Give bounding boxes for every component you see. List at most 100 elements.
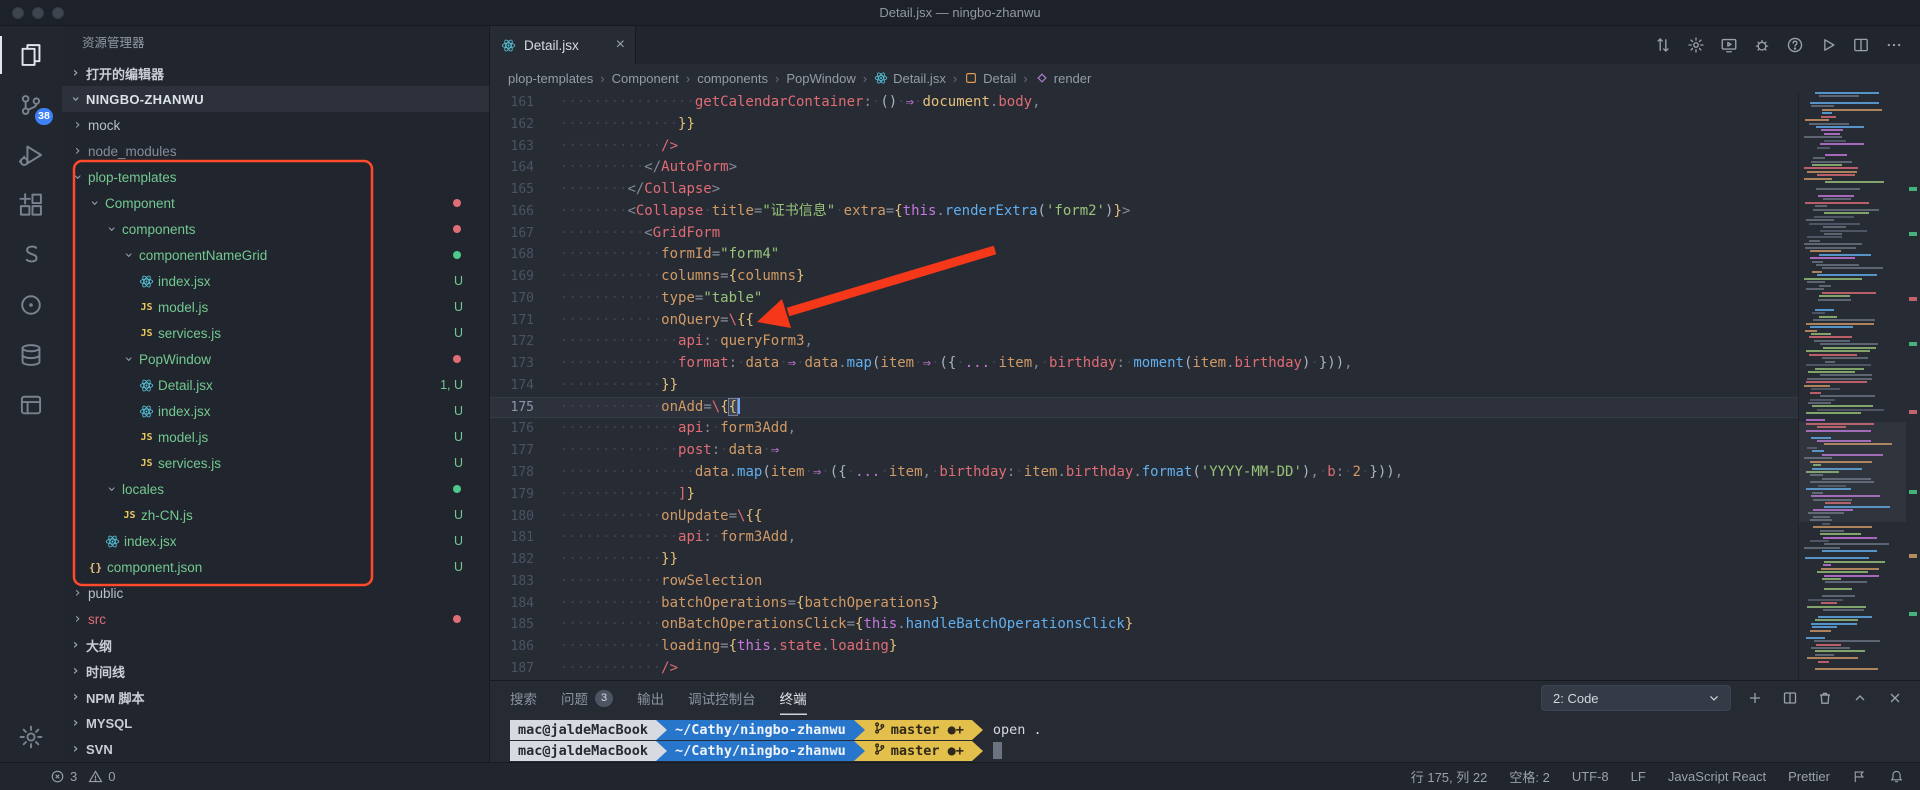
terminal-selector[interactable]: 2: Code	[1541, 685, 1731, 711]
settings-gear-icon[interactable]	[1684, 33, 1708, 57]
extensions-icon[interactable]	[0, 180, 62, 230]
compare-changes-icon[interactable]	[1651, 33, 1675, 57]
code-line[interactable]: 161 ················getCalendarContainer:…	[490, 92, 1798, 114]
code-line[interactable]: 168 ············formId="form4"	[490, 244, 1798, 266]
tree-item[interactable]: Detail.jsx 1, U	[62, 372, 489, 398]
tree-item[interactable]: JS services.js U	[62, 320, 489, 346]
cursor-position[interactable]: 行 175, 列 22	[1411, 767, 1488, 786]
tree-item[interactable]: index.jsx U	[62, 528, 489, 554]
split-terminal-icon[interactable]	[1779, 687, 1801, 709]
tree-item[interactable]: JS services.js U	[62, 450, 489, 476]
code-line[interactable]: 177 ··············post:·data·⇒	[490, 440, 1798, 462]
minimize-window-icon[interactable]	[32, 7, 44, 19]
code-line[interactable]: 178 ················data.map(item·⇒·({·..…	[490, 462, 1798, 484]
tree-item[interactable]: index.jsx U	[62, 268, 489, 294]
tree-item[interactable]: › plop-templates	[62, 164, 489, 190]
close-tab-icon[interactable]: ×	[616, 36, 625, 54]
code-line[interactable]: 183 ············rowSelection	[490, 571, 1798, 593]
open-preview-icon[interactable]	[1717, 33, 1741, 57]
explorer-icon[interactable]	[0, 30, 62, 80]
new-terminal-plus-icon[interactable]	[1744, 687, 1766, 709]
tree-item[interactable]: JS model.js U	[62, 294, 489, 320]
tree-item[interactable]: › componentNameGrid	[62, 242, 489, 268]
breadcrumb-item[interactable]: render	[1035, 71, 1091, 86]
code-line[interactable]: 181 ··············api:·form3Add,	[490, 527, 1798, 549]
tree-item[interactable]: › PopWindow	[62, 346, 489, 372]
sidebar-section[interactable]: › NPM 脚本	[62, 684, 489, 710]
code-line[interactable]: 163 ············/>	[490, 136, 1798, 158]
code-line[interactable]: 179 ··············]}	[490, 484, 1798, 506]
tree-item[interactable]: › components	[62, 216, 489, 242]
sidebar-section[interactable]: › 大纲	[62, 632, 489, 658]
code-line[interactable]: 176 ··············api:·form3Add,	[490, 418, 1798, 440]
breadcrumb-item[interactable]: components	[697, 71, 768, 86]
code-line[interactable]: 184 ············batchOperations={batchOpe…	[490, 593, 1798, 615]
terminal[interactable]: mac@jaldeMacBook ~/Cathy/ningbo-zhanwu mas…	[490, 715, 1920, 762]
run-icon[interactable]	[1816, 33, 1840, 57]
circle-icon[interactable]	[0, 280, 62, 330]
tree-item[interactable]: › node_modules	[62, 138, 489, 164]
open-editors-section[interactable]: › 打开的编辑器	[62, 60, 489, 86]
language-mode[interactable]: JavaScript React	[1668, 769, 1766, 784]
sidebar-section[interactable]: › SVN	[62, 736, 489, 762]
panel-tab[interactable]: 调试控制台	[688, 681, 756, 715]
encoding[interactable]: UTF-8	[1572, 769, 1609, 784]
tree-item[interactable]: › Component	[62, 190, 489, 216]
breadcrumb-item[interactable]: Detail.jsx	[874, 71, 946, 86]
code-line[interactable]: 162 ··············}}	[490, 114, 1798, 136]
eol[interactable]: LF	[1631, 769, 1646, 784]
tree-item[interactable]: JS model.js U	[62, 424, 489, 450]
breadcrumb-item[interactable]: plop-templates	[508, 71, 593, 86]
code-line[interactable]: 182 ············}}	[490, 549, 1798, 571]
formatter[interactable]: Prettier	[1788, 769, 1830, 784]
run-debug-icon[interactable]	[0, 130, 62, 180]
workspace-section[interactable]: › NINGBO-ZHANWU	[62, 86, 489, 112]
breadcrumb-item[interactable]: PopWindow	[786, 71, 855, 86]
maximize-panel-chevron-up-icon[interactable]	[1849, 687, 1871, 709]
tree-item[interactable]: JS zh-CN.js U	[62, 502, 489, 528]
code-line[interactable]: 167 ··········<GridForm	[490, 223, 1798, 245]
tree-item[interactable]: › src	[62, 606, 489, 632]
code-line[interactable]: 166 ········<Collapse·title="证书信息"·extra=…	[490, 201, 1798, 223]
panel-tab[interactable]: 输出	[637, 681, 664, 715]
zoom-window-icon[interactable]	[52, 7, 64, 19]
feedback-icon[interactable]	[1852, 769, 1867, 784]
tree-item[interactable]: › locales	[62, 476, 489, 502]
problems-indicator[interactable]: 3 0	[50, 769, 115, 784]
bell-icon[interactable]	[1889, 769, 1904, 784]
code-line[interactable]: 173 ··············format:·data·⇒·data.map…	[490, 353, 1798, 375]
code-line[interactable]: 187 ············/>	[490, 658, 1798, 680]
tree-item[interactable]: {} component.json U	[62, 554, 489, 580]
panel-tab[interactable]: 问题 3	[561, 681, 614, 715]
database-icon[interactable]	[0, 330, 62, 380]
code-line[interactable]: 170 ············type="table"	[490, 288, 1798, 310]
breadcrumb-item[interactable]: Component	[612, 71, 679, 86]
code-line[interactable]: 169 ············columns={columns}	[490, 266, 1798, 288]
code-line[interactable]: 185 ············onBatchOperationsClick={t…	[490, 614, 1798, 636]
s-curve-icon[interactable]	[0, 230, 62, 280]
minimap[interactable]	[1798, 92, 1906, 680]
minimap-slider[interactable]	[1799, 422, 1906, 522]
code-line[interactable]: 180 ············onUpdate=\{{	[490, 506, 1798, 528]
source-control-icon[interactable]: 38	[0, 80, 62, 130]
indentation[interactable]: 空格: 2	[1509, 767, 1549, 786]
code-line[interactable]: 172 ··············api:·queryForm3,	[490, 331, 1798, 353]
close-window-icon[interactable]	[12, 7, 24, 19]
tree-item[interactable]: › mock	[62, 112, 489, 138]
code-editor[interactable]: 161 ················getCalendarContainer:…	[490, 92, 1798, 680]
trash-icon[interactable]	[1814, 687, 1836, 709]
tab-detail-jsx[interactable]: Detail.jsx ×	[490, 26, 636, 64]
settings-gear-icon[interactable]	[0, 712, 62, 762]
code-line[interactable]: 171 ············onQuery=\{{	[490, 310, 1798, 332]
tree-item[interactable]: › public	[62, 580, 489, 606]
close-panel-icon[interactable]	[1884, 687, 1906, 709]
help-icon[interactable]	[1783, 33, 1807, 57]
code-line[interactable]: 174 ············}}	[490, 375, 1798, 397]
tree-item[interactable]: index.jsx U	[62, 398, 489, 424]
panel-tab[interactable]: 搜索	[510, 681, 537, 715]
breadcrumb-item[interactable]: Detail	[964, 71, 1016, 86]
split-editor-icon[interactable]	[1849, 33, 1873, 57]
bug-icon[interactable]	[1750, 33, 1774, 57]
sidebar-section[interactable]: › 时间线	[62, 658, 489, 684]
more-actions-icon[interactable]	[1882, 33, 1906, 57]
